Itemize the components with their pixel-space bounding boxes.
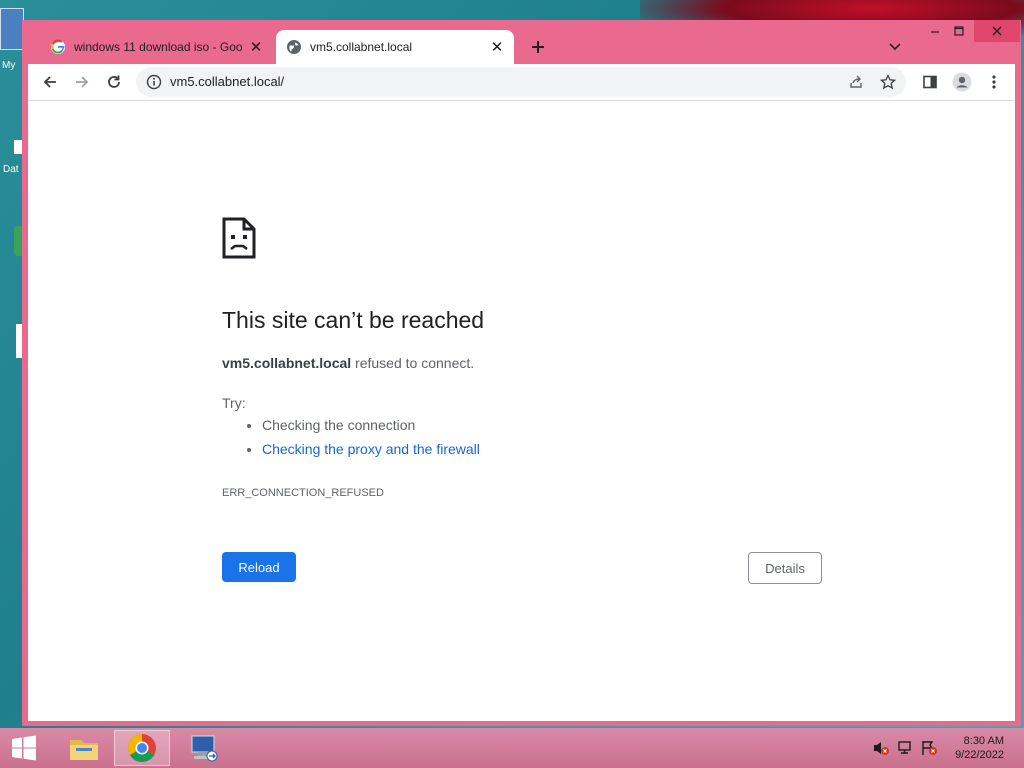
monitor-icon (0, 8, 24, 50)
clock-time: 8:30 AM (963, 735, 1004, 747)
volume-tray[interactable] (872, 740, 890, 756)
side-panel-button[interactable] (916, 68, 944, 96)
tab-title: vm5.collabnet.local (310, 40, 413, 54)
tab-vm5[interactable]: vm5.collabnet.local ✕ (276, 30, 514, 64)
flag-icon (922, 741, 937, 755)
start-button[interactable] (0, 730, 48, 766)
share-icon[interactable] (848, 74, 864, 90)
tab-close-icon[interactable]: ✕ (247, 38, 265, 56)
details-button[interactable]: Details (748, 552, 822, 584)
desktop-icon-file[interactable] (0, 324, 24, 364)
desktop-icon-label: Dat (3, 164, 19, 175)
error-desc-text: refused to connect. (351, 355, 475, 371)
suggestion-list: Checking the connection Checking the pro… (222, 413, 480, 461)
tab-search-button[interactable] (884, 36, 906, 58)
browser-window: windows 11 download iso - Goo ✕ vm5.coll… (22, 20, 1021, 726)
side-panel-icon (923, 75, 937, 89)
network-icon (898, 741, 911, 754)
reload-page-button[interactable]: Reload (222, 552, 296, 582)
menu-button[interactable] (980, 68, 1008, 96)
file-explorer-button[interactable] (56, 730, 112, 766)
document-icon (14, 140, 22, 154)
close-window-button[interactable] (974, 20, 1020, 42)
page-content: This site can’t be reached vm5.collabnet… (28, 100, 1015, 721)
menu-icon (992, 75, 996, 89)
volume-muted-icon (874, 742, 889, 755)
desktop-icon-my-computer[interactable]: My (0, 8, 24, 72)
browser-toolbar: vm5.collabnet.local/ (28, 64, 1015, 100)
file-explorer-icon (70, 740, 98, 760)
url-text[interactable]: vm5.collabnet.local/ (170, 74, 284, 89)
try-label: Try: (222, 395, 246, 411)
proxy-firewall-link[interactable]: Checking the proxy and the firewall (262, 441, 480, 457)
error-description: vm5.collabnet.local refused to connect. (222, 355, 474, 371)
reload-icon (108, 75, 120, 88)
back-icon (43, 76, 56, 88)
suggestion-item: Checking the connection (262, 413, 480, 437)
network-tray[interactable] (896, 740, 914, 756)
sad-page-icon (222, 217, 256, 259)
clock-date: 9/22/2022 (955, 749, 1004, 761)
info-icon[interactable] (146, 74, 162, 90)
reload-button[interactable] (100, 68, 128, 96)
star-icon[interactable] (880, 74, 896, 90)
tab-close-icon[interactable]: ✕ (488, 38, 506, 56)
desktop-icon-label: My (2, 60, 16, 71)
back-button[interactable] (36, 68, 64, 96)
minimize-icon (931, 31, 939, 33)
error-host: vm5.collabnet.local (222, 355, 352, 371)
new-tab-button[interactable] (526, 35, 550, 59)
app-icon (14, 226, 22, 256)
plus-icon (532, 41, 544, 53)
forward-icon (76, 76, 89, 88)
chrome-icon (128, 734, 156, 762)
tab-strip: windows 11 download iso - Goo ✕ vm5.coll… (22, 20, 1021, 64)
desktop-icon-app[interactable] (0, 226, 24, 296)
globe-icon (287, 40, 301, 54)
action-center-tray[interactable] (920, 740, 938, 756)
taskbar-clock[interactable]: 8:30 AM 9/22/2022 (955, 734, 1004, 762)
address-bar[interactable]: vm5.collabnet.local/ (136, 67, 906, 97)
chevron-down-icon (889, 43, 901, 51)
suggestion-item: Checking the proxy and the firewall (262, 437, 480, 461)
profile-button[interactable] (948, 68, 976, 96)
forward-button[interactable] (68, 68, 96, 96)
start-icon (12, 735, 36, 761)
tab-google-search[interactable]: windows 11 download iso - Goo ✕ (40, 30, 273, 64)
error-code: ERR_CONNECTION_REFUSED (222, 487, 384, 499)
taskbar: 8:30 AM 9/22/2022 (0, 728, 1024, 768)
tab-title: windows 11 download iso - Goo (74, 40, 243, 54)
desktop-icon-data[interactable]: Dat (0, 140, 24, 180)
profile-icon (952, 72, 972, 92)
error-title: This site can’t be reached (222, 307, 485, 333)
maximize-icon (954, 26, 964, 36)
close-icon (992, 26, 1002, 36)
remote-desktop-button[interactable] (176, 730, 232, 766)
chrome-taskbar-button[interactable] (114, 730, 170, 766)
maximize-button[interactable] (944, 20, 974, 42)
remote-desktop-icon (191, 735, 218, 762)
google-icon (51, 39, 65, 54)
